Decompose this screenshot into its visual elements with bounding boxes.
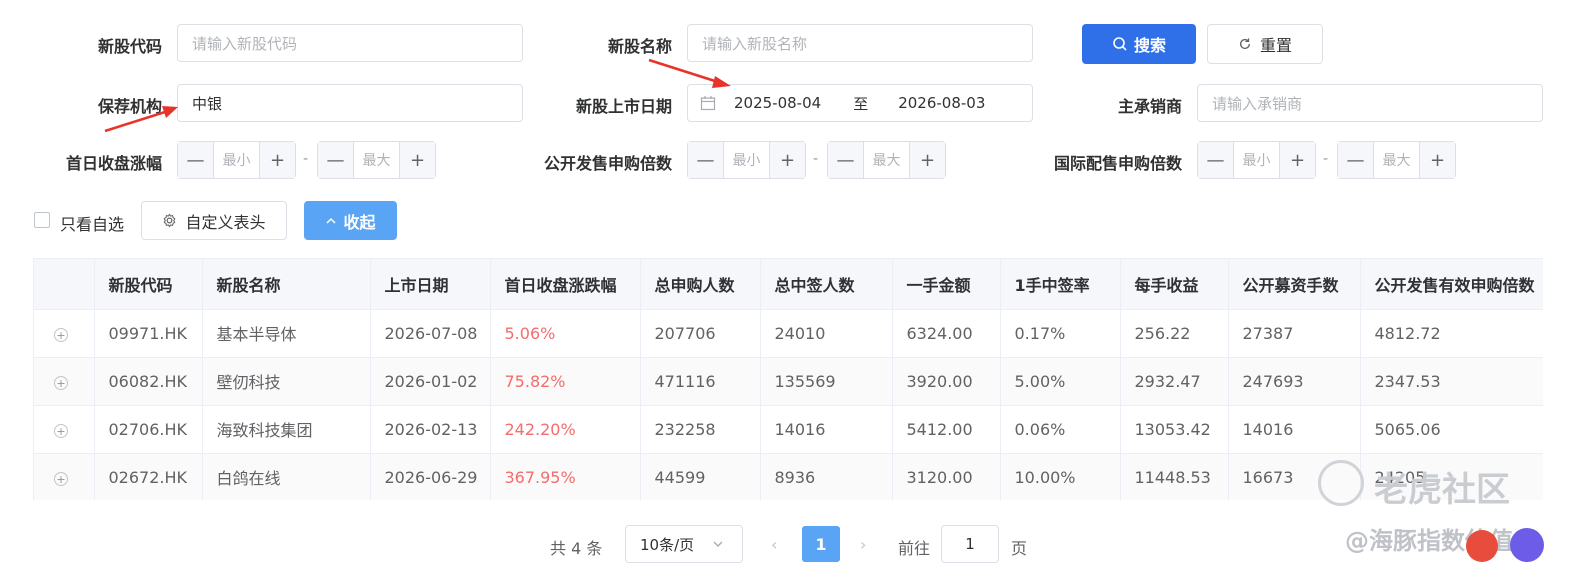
float-purple-icon[interactable]: [1510, 528, 1544, 562]
float-red-icon[interactable]: [1466, 530, 1498, 562]
tiger-logo-icon: [1318, 460, 1364, 506]
arrow-to-sponsor: [104, 106, 178, 133]
brand-watermark: 老虎社区: [1374, 470, 1510, 510]
arrow-to-date: [648, 58, 731, 88]
